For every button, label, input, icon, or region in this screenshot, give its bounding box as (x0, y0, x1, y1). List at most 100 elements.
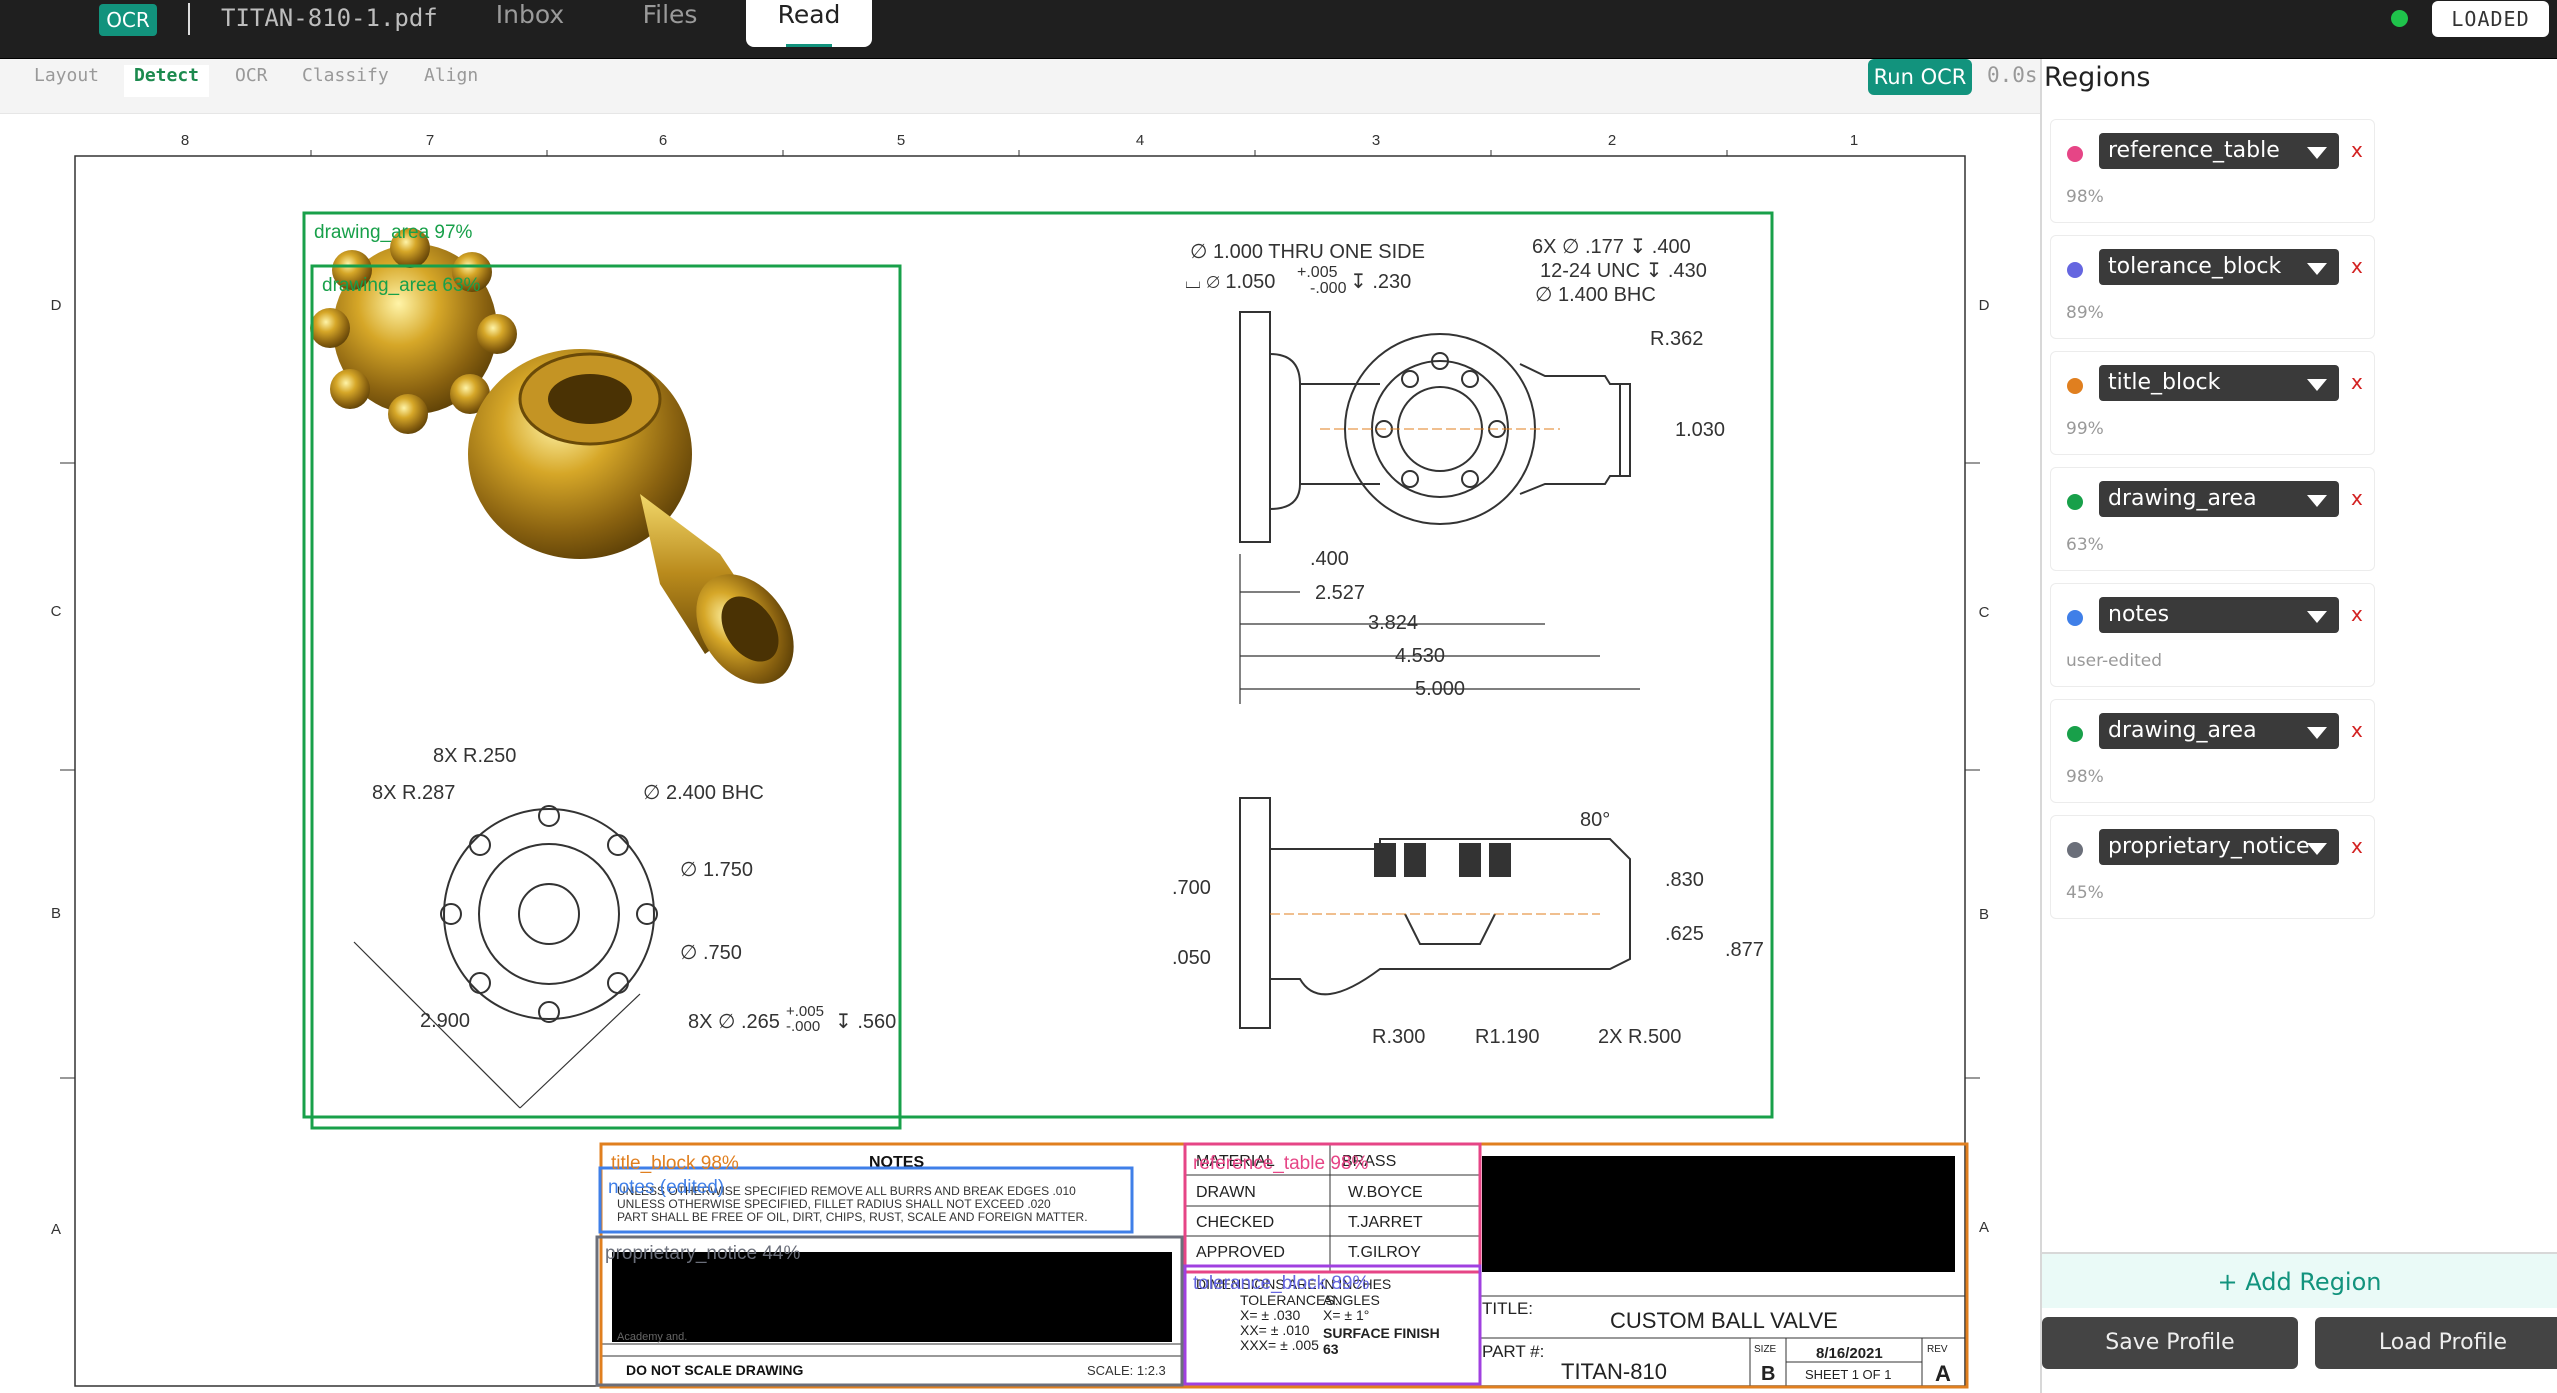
title-block-fields: TITLE: CUSTOM BALL VALVE PART #: TITAN-8… (1480, 1295, 1965, 1386)
remove-region-button[interactable]: x (2351, 486, 2363, 510)
region-card[interactable]: reference_table x 98% (2050, 119, 2375, 223)
remove-region-button[interactable]: x (2351, 254, 2363, 278)
region-type-select[interactable]: drawing_area (2099, 713, 2339, 749)
region-card[interactable]: drawing_area x 63% (2050, 467, 2375, 571)
size-value: B (1761, 1363, 1775, 1385)
rev-label: REV (1927, 1344, 1948, 1355)
document-canvas[interactable]: 8 7 6 5 4 3 2 1 D C B A D C B A 8X R.250… (0, 114, 2040, 1393)
redaction-block (612, 1252, 1172, 1342)
notes-line: UNLESS OTHERWISE SPECIFIED, FILLET RADIU… (617, 1197, 1051, 1211)
chevron-down-icon (2307, 147, 2327, 159)
region-card[interactable]: tolerance_block x 89% (2050, 235, 2375, 339)
dim-label: .877 (1725, 939, 1764, 961)
part-value: TITAN-810 (1561, 1359, 1667, 1384)
add-region-button[interactable]: + Add Region (2042, 1252, 2557, 1308)
region-card[interactable]: proprietary_notice x 45% (2050, 815, 2375, 919)
save-profile-button[interactable]: Save Profile (2042, 1317, 2298, 1369)
dim-label: ∅ 2.400 BHC (643, 782, 764, 804)
tool-layout[interactable]: Layout (24, 65, 109, 97)
ref-value: T.JARRET (1348, 1214, 1423, 1231)
date-value: 8/16/2021 (1816, 1345, 1883, 1362)
overlay-drawing-area-outer[interactable] (302, 211, 1774, 1119)
ruler-label: C (1979, 604, 1990, 621)
dim-label: 8X R.287 (372, 782, 455, 804)
region-type-label: proprietary_notice (2108, 834, 2310, 859)
dim-label: ⌴ ∅ 1.050 (1185, 271, 1275, 293)
region-type-select[interactable]: reference_table (2099, 133, 2339, 169)
regions-panel: Regions reference_table x 98% tolerance_… (2040, 59, 2557, 1393)
remove-region-button[interactable]: x (2351, 718, 2363, 742)
proprietary-text: Academy and. (617, 1331, 687, 1343)
part-3d-render (310, 228, 794, 684)
region-confidence: 63% (2066, 535, 2104, 555)
surface-finish-label: SURFACE FINISH (1323, 1325, 1440, 1341)
region-type-select[interactable]: proprietary_notice (2099, 829, 2339, 865)
remove-region-button[interactable]: x (2351, 138, 2363, 162)
tab-read[interactable]: Read (746, 0, 872, 47)
tool-ocr[interactable]: OCR (225, 65, 278, 97)
dim-label: ↧ .230 (1350, 271, 1411, 293)
region-confidence: 89% (2066, 303, 2104, 323)
region-type-select[interactable]: tolerance_block (2099, 249, 2339, 285)
ruler-label: D (51, 297, 62, 314)
region-color-dot-icon (2067, 146, 2083, 162)
region-type-select[interactable]: notes (2099, 597, 2339, 633)
side-view (1239, 311, 1631, 543)
region-type-label: reference_table (2108, 138, 2280, 163)
ruler-label: 7 (426, 132, 434, 149)
region-confidence: 98% (2066, 767, 2104, 787)
region-type-label: tolerance_block (2108, 254, 2282, 279)
dim-label: .830 (1665, 869, 1704, 891)
file-name: TITAN-810-1.pdf (221, 4, 438, 32)
top-bar: OCR TITAN-810-1.pdf Inbox Files Read LOA… (0, 0, 2557, 59)
ruler-label: B (1979, 906, 1989, 923)
tab-inbox[interactable]: Inbox (480, 0, 580, 47)
dim-label: R1.190 (1475, 1026, 1540, 1048)
region-card[interactable]: drawing_area x 98% (2050, 699, 2375, 803)
dim-label: .050 (1172, 947, 1211, 969)
dim-label: -.000 (1310, 280, 1347, 297)
title-label: TITLE: (1482, 1299, 1533, 1318)
region-card[interactable]: notes x user-edited (2050, 583, 2375, 687)
toolbar: Layout Detect OCR Classify Align (0, 59, 2040, 114)
region-card[interactable]: title_block x 99% (2050, 351, 2375, 455)
ruler-label: 4 (1136, 132, 1144, 149)
dim-label: ↧ .560 (835, 1011, 896, 1033)
overlay-label: tolerance_block 89% (1193, 1273, 1369, 1294)
flange-view (353, 805, 658, 1109)
remove-region-button[interactable]: x (2351, 834, 2363, 858)
ocr-badge[interactable]: OCR (99, 4, 157, 36)
chevron-down-icon (2307, 263, 2327, 275)
tab-files[interactable]: Files (620, 0, 720, 47)
ruler-label: B (51, 905, 61, 922)
region-color-dot-icon (2067, 378, 2083, 394)
ruler-top: 8 7 6 5 4 3 2 1 (181, 132, 1858, 156)
run-ocr-button[interactable]: Run OCR (1868, 59, 1972, 95)
dim-label: 3.824 (1368, 612, 1418, 634)
ruler-label: 5 (897, 132, 905, 149)
ruler-label: 1 (1850, 132, 1858, 149)
dim-label: +.005 (1297, 264, 1338, 281)
remove-region-button[interactable]: x (2351, 602, 2363, 626)
timer: 0.0s (1987, 63, 2038, 87)
dim-label: R.300 (1372, 1026, 1425, 1048)
tool-align[interactable]: Align (414, 65, 488, 97)
load-profile-button[interactable]: Load Profile (2315, 1317, 2557, 1369)
region-type-select[interactable]: title_block (2099, 365, 2339, 401)
overlay-label: drawing_area 97% (314, 222, 473, 243)
tool-detect[interactable]: Detect (124, 65, 210, 97)
remove-region-button[interactable]: x (2351, 370, 2363, 394)
region-type-select[interactable]: drawing_area (2099, 481, 2339, 517)
tol-xx: XX= ± .010 (1240, 1322, 1310, 1338)
tol-x: X= ± .030 (1240, 1307, 1300, 1323)
tol-angles: ANGLES (1323, 1292, 1380, 1308)
redaction-block (1482, 1156, 1955, 1272)
rev-value: A (1935, 1361, 1951, 1386)
ruler-label: 6 (659, 132, 667, 149)
region-color-dot-icon (2067, 842, 2083, 858)
overlay-label: drawing_area 63% (322, 275, 481, 296)
ref-key: APPROVED (1196, 1244, 1285, 1261)
region-type-label: drawing_area (2108, 718, 2257, 743)
ref-key: DRAWN (1196, 1184, 1256, 1201)
tool-classify[interactable]: Classify (292, 65, 399, 97)
